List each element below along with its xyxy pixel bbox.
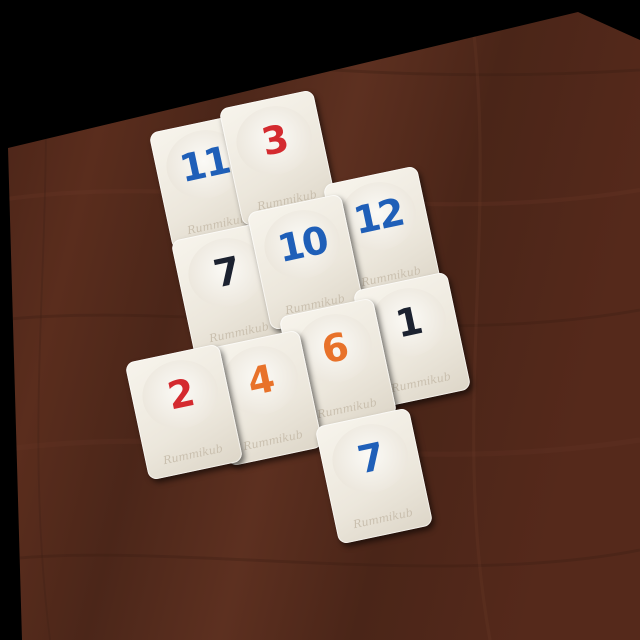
tile-number: 7 (353, 434, 387, 483)
photo-scene: 11 Rummikub 3 Rummikub 12 Rummikub 7 Rum… (0, 0, 640, 640)
tile-number: 2 (163, 370, 197, 419)
tile-number: 3 (257, 116, 291, 165)
tile-number: 10 (273, 217, 331, 271)
